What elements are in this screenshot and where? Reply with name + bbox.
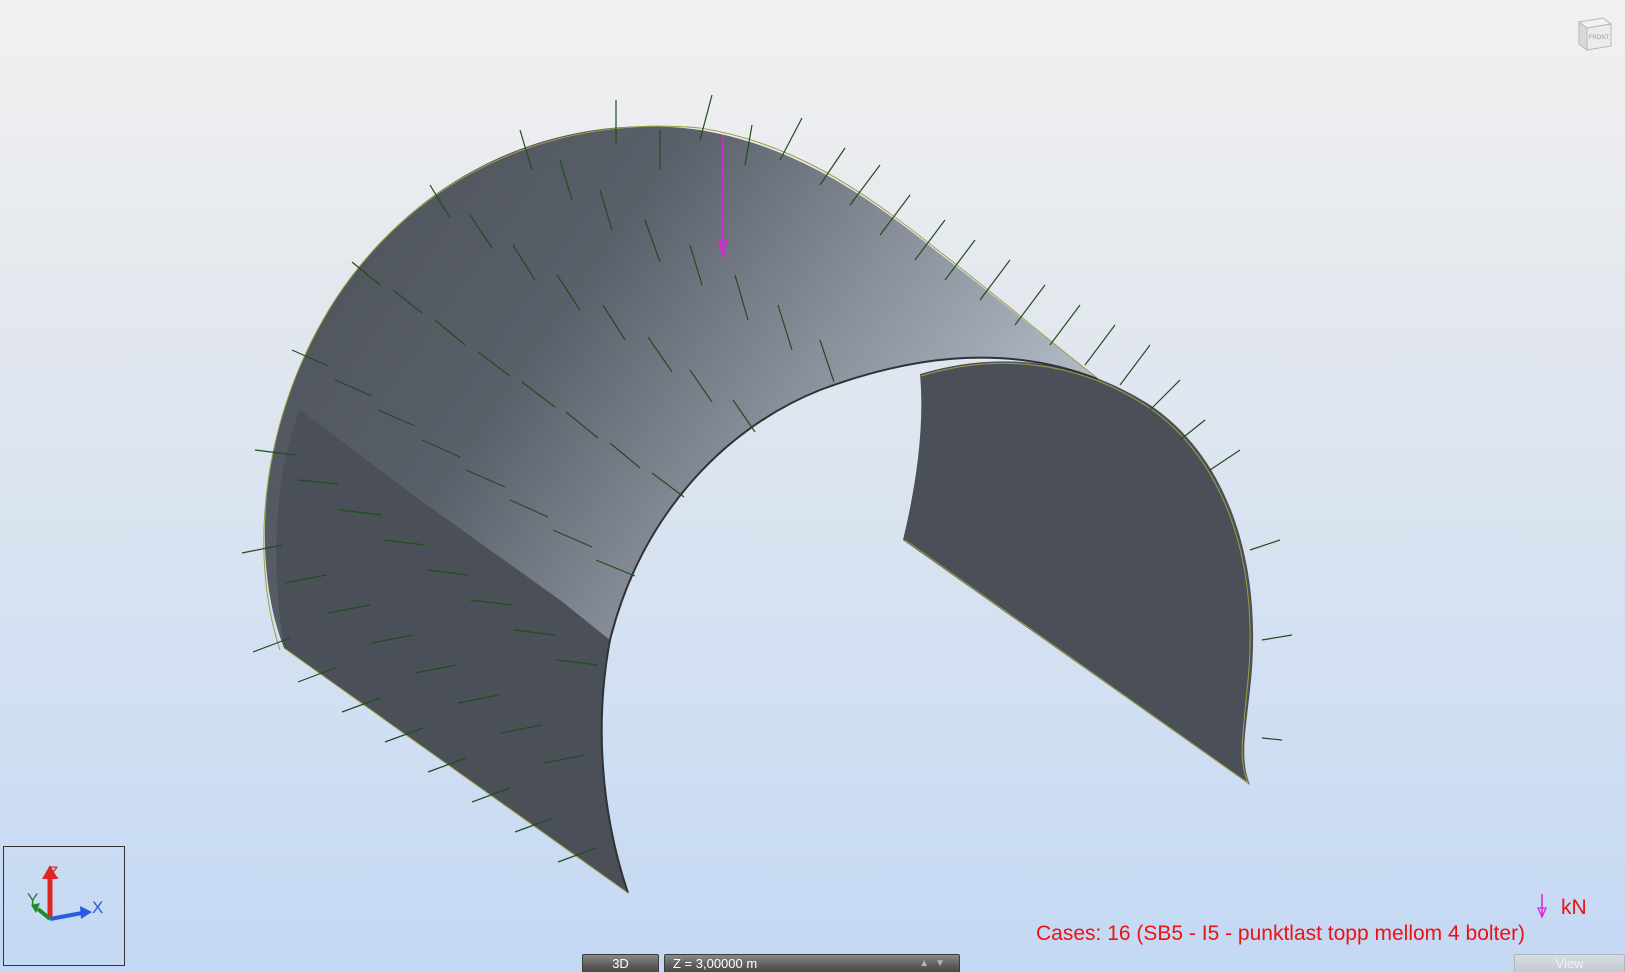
z-level-selector[interactable]: Z = 3,00000 m ▲▼	[664, 954, 960, 972]
tunnel-shell-model[interactable]	[0, 0, 1625, 972]
axis-label-y: Y	[27, 890, 38, 909]
tab-3d-view[interactable]: 3D	[582, 954, 659, 972]
load-unit-label: kN	[1561, 896, 1587, 919]
level-arrows[interactable]: ▲▼	[919, 955, 951, 972]
axis-label-x: X	[92, 898, 103, 917]
view-cube-icon[interactable]: FRONT	[1573, 12, 1615, 54]
axis-label-z: Z	[48, 863, 58, 882]
axis-triad-icon: Z Y X	[27, 863, 103, 921]
axis-triad: Z Y X	[3, 846, 125, 966]
point-load-legend-icon	[1536, 894, 1548, 919]
down-arrow-icon[interactable]: ▼	[935, 958, 951, 969]
shell-inner-surface[interactable]	[903, 361, 1254, 785]
view-cube-face-label: FRONT	[1589, 35, 1610, 41]
z-level-label: Z = 3,00000 m	[673, 956, 758, 971]
tab-view[interactable]: View	[1514, 954, 1625, 972]
load-cases-label: Cases: 16 (SB5 - I5 - punktlast topp mel…	[1036, 922, 1526, 945]
up-arrow-icon[interactable]: ▲	[919, 958, 935, 969]
3d-viewport[interactable]: FRONT Z Y X kN Cases: 16 (SB5 - I5 - pun…	[0, 0, 1625, 972]
